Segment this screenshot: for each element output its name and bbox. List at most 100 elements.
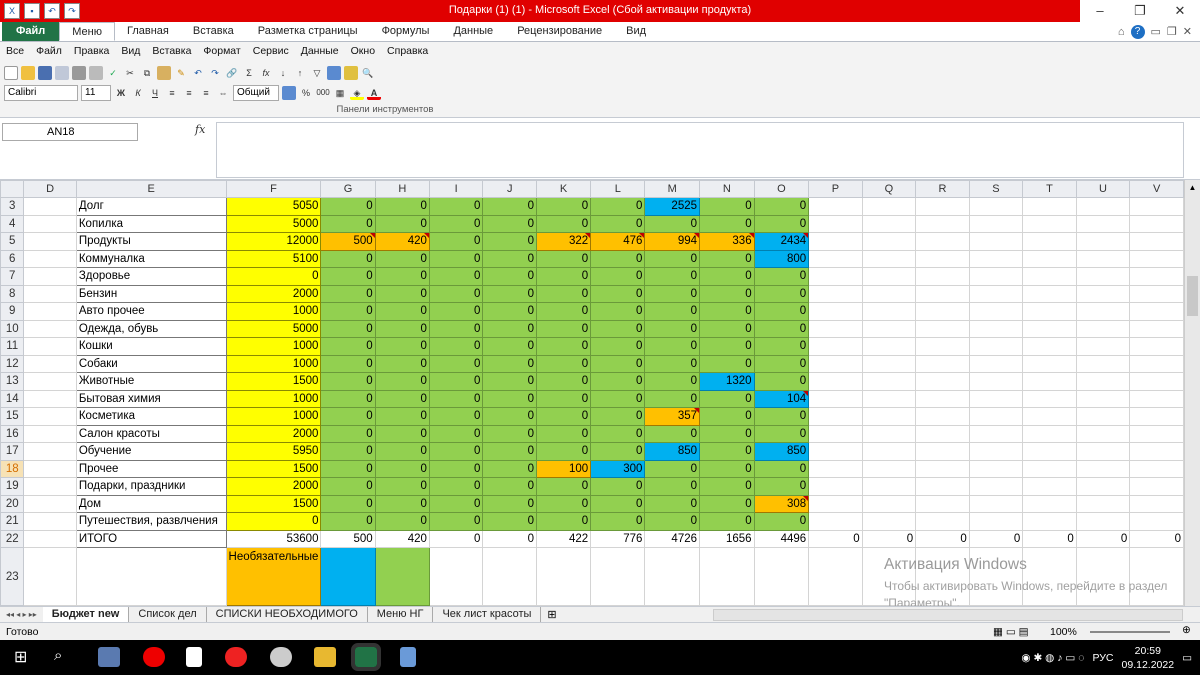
budget-cell[interactable]: 0 [225,512,322,531]
cell[interactable] [23,267,77,286]
cell[interactable] [23,302,77,321]
spend-cell[interactable]: 0 [535,389,592,408]
spend-cell[interactable]: 0 [753,372,810,391]
zoom-level[interactable]: 100% [1050,626,1077,638]
total-cell[interactable]: 0 [861,529,917,548]
menu-data[interactable]: Данные [295,45,345,57]
sort-desc-icon[interactable]: ↑ [293,66,307,80]
excel-task-icon[interactable] [351,643,381,671]
row-header[interactable]: 7 [0,267,25,286]
spend-cell[interactable]: 0 [320,494,376,513]
cell[interactable] [1075,477,1131,496]
currency-icon[interactable] [282,86,296,100]
column-header[interactable]: L [590,180,646,198]
spend-cell[interactable]: 104 [753,389,810,408]
cell[interactable] [808,214,863,233]
font-size-select[interactable]: 11 [81,85,111,101]
spend-cell[interactable]: 0 [590,477,646,496]
insert-sheet-icon[interactable]: ⊞ [541,608,562,621]
budget-cell[interactable]: 5000 [225,214,322,233]
column-header[interactable]: T [1022,180,1077,198]
font-name-select[interactable]: Calibri [4,85,78,101]
cell[interactable] [23,319,77,338]
spend-cell[interactable]: 0 [374,302,430,321]
spend-cell[interactable]: 0 [482,354,537,373]
scroll-up-icon[interactable]: ▲ [1185,180,1200,196]
spend-cell[interactable]: 0 [753,267,810,286]
cell[interactable] [808,232,863,251]
cell[interactable] [861,232,917,251]
spend-cell[interactable]: 0 [590,389,646,408]
cell[interactable] [968,267,1024,286]
print-preview-icon[interactable] [89,66,103,80]
cell[interactable] [1129,372,1184,391]
budget-cell[interactable]: 1000 [225,354,322,373]
budget-cell[interactable]: 5000 [225,319,322,338]
column-header[interactable]: F [225,180,322,198]
spend-cell[interactable]: 0 [482,197,537,216]
cell[interactable] [23,337,77,356]
cell[interactable] [808,547,863,606]
cell[interactable] [1022,494,1077,513]
cell[interactable] [1129,284,1184,303]
column-header[interactable]: K [535,180,592,198]
cell[interactable] [968,337,1024,356]
cell[interactable] [968,249,1024,268]
row-header[interactable]: 8 [0,284,25,303]
cell[interactable] [1129,407,1184,426]
cell[interactable] [23,249,77,268]
total-cell[interactable]: 0 [428,529,484,548]
cell[interactable] [861,407,917,426]
spend-cell[interactable]: 0 [753,284,810,303]
menu-format[interactable]: Формат [197,45,246,57]
close-button[interactable]: ✕ [1160,0,1200,22]
cell[interactable] [1022,407,1077,426]
spend-cell[interactable]: 0 [374,354,430,373]
spend-cell[interactable]: 0 [482,372,537,391]
tab-formulas[interactable]: Формулы [370,22,442,41]
cell[interactable] [861,319,917,338]
row-header[interactable]: 18 [0,459,25,478]
spelling-icon[interactable]: ✓ [106,66,120,80]
copy-icon[interactable]: ⧉ [140,66,154,80]
budget-cell[interactable]: 0 [225,267,322,286]
row-header[interactable]: 5 [0,232,25,251]
open-icon[interactable] [21,66,35,80]
column-header[interactable]: E [75,180,227,198]
spend-cell[interactable]: 0 [482,267,537,286]
spend-cell[interactable]: 0 [428,354,484,373]
cell[interactable] [1022,354,1077,373]
spend-cell[interactable]: 0 [699,284,755,303]
spend-cell[interactable]: 0 [644,477,701,496]
legend-green[interactable] [374,547,430,606]
total-cell[interactable]: 0 [968,529,1024,548]
cell[interactable] [861,197,917,216]
spend-cell[interactable]: 0 [374,319,430,338]
ribbon-collapse-icon[interactable]: ⌂ [1118,26,1125,38]
spend-cell[interactable]: 0 [320,354,376,373]
spend-cell[interactable]: 0 [428,214,484,233]
cell[interactable] [75,547,227,606]
hyperlink-icon[interactable]: 🔗 [225,66,239,80]
spend-cell[interactable]: 0 [644,214,701,233]
name-box[interactable]: AN18 [2,123,138,141]
spend-cell[interactable]: 0 [428,477,484,496]
cell[interactable] [915,354,970,373]
cell[interactable] [968,494,1024,513]
save-icon[interactable] [38,66,52,80]
row-header[interactable]: 6 [0,249,25,268]
cell[interactable] [1129,424,1184,443]
legend-optional[interactable]: Необязательные [225,547,322,606]
spend-cell[interactable]: 0 [699,494,755,513]
row-header[interactable]: 13 [0,372,25,391]
spend-cell[interactable]: 0 [482,284,537,303]
budget-cell[interactable]: 1000 [225,337,322,356]
cell[interactable] [23,424,77,443]
spend-cell[interactable]: 0 [482,389,537,408]
row-header[interactable]: 14 [0,389,25,408]
column-header[interactable]: M [644,180,701,198]
save-icon[interactable]: ▪ [24,3,40,19]
cell[interactable] [808,249,863,268]
cell[interactable] [808,407,863,426]
spend-cell[interactable]: 0 [374,407,430,426]
